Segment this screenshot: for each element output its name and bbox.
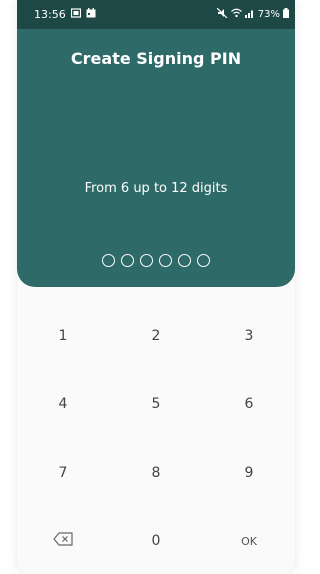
page-title: Create Signing PIN [70, 49, 242, 68]
calendar-icon [86, 8, 96, 21]
key-8[interactable]: 8 [110, 453, 202, 493]
key-4[interactable]: 4 [17, 384, 109, 424]
pin-dot [197, 254, 210, 267]
key-9[interactable]: 9 [203, 453, 295, 493]
pin-dot [102, 254, 115, 267]
status-bar: 13:56 73% [17, 0, 295, 29]
key-0[interactable]: 0 [110, 521, 202, 561]
backspace-button[interactable] [17, 521, 109, 561]
pin-dot [178, 254, 191, 267]
number-keypad: 1 2 3 4 5 6 7 8 9 0 OK [17, 287, 295, 574]
mute-icon [216, 7, 228, 21]
pin-hint: From 6 up to 12 digits [84, 181, 228, 196]
key-3[interactable]: 3 [203, 316, 295, 356]
ok-label: OK [241, 534, 257, 548]
key-2[interactable]: 2 [110, 316, 202, 356]
key-label: 3 [244, 328, 254, 344]
key-label: 5 [151, 396, 161, 412]
pin-dot [121, 254, 134, 267]
key-label: 0 [151, 533, 161, 549]
wifi-icon [230, 8, 242, 21]
key-1[interactable]: 1 [17, 316, 109, 356]
key-label: 4 [58, 396, 68, 412]
photo-icon [70, 8, 81, 21]
key-label: 7 [58, 465, 68, 481]
battery-percent: 73% [257, 9, 280, 20]
key-label: 8 [151, 465, 161, 481]
signal-icon [244, 8, 255, 21]
status-right: 73% [216, 7, 289, 21]
key-label: 2 [151, 328, 161, 344]
key-6[interactable]: 6 [203, 384, 295, 424]
key-label: 9 [244, 465, 254, 481]
battery-icon [283, 8, 289, 21]
pin-dot [140, 254, 153, 267]
key-7[interactable]: 7 [17, 453, 109, 493]
pin-dot [159, 254, 172, 267]
pin-header: Create Signing PIN From 6 up to 12 digit… [17, 29, 295, 287]
key-label: 1 [58, 328, 68, 344]
key-5[interactable]: 5 [110, 384, 202, 424]
key-label: 6 [244, 396, 254, 412]
status-time: 13:56 [34, 8, 66, 21]
backspace-icon [53, 532, 73, 550]
ok-button[interactable]: OK [203, 521, 295, 561]
phone-screen: 13:56 73% Create Signing PIN From 6 up t… [17, 0, 295, 574]
pin-indicator [17, 254, 295, 267]
